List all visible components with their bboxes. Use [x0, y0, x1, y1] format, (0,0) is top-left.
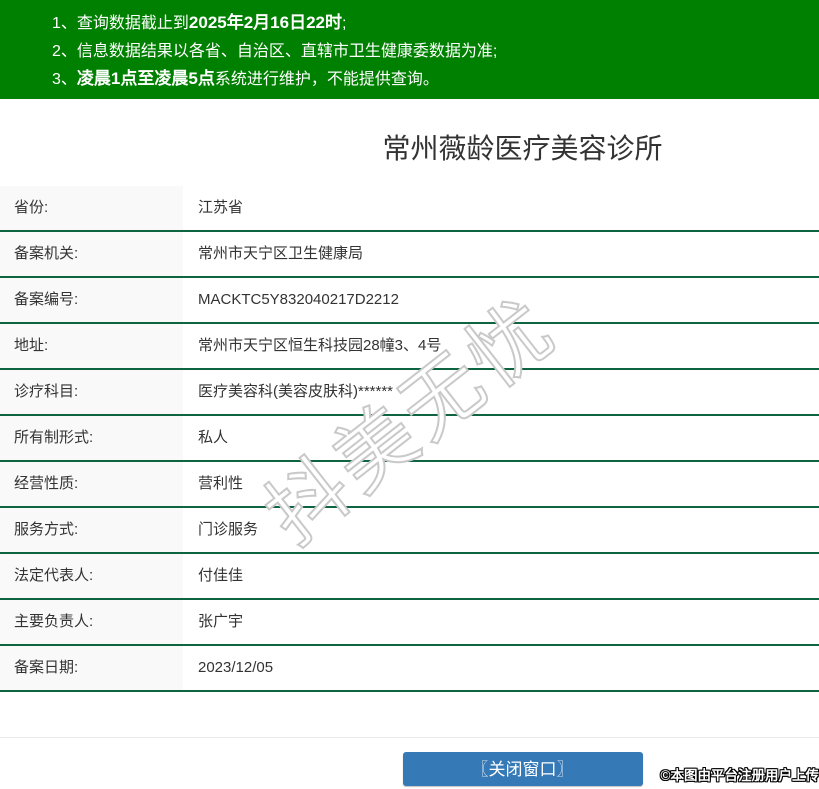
- row-value: 江苏省: [198, 199, 244, 216]
- table-row: 备案机关: 常州市天宁区卫生健康局: [0, 232, 819, 278]
- row-label: 服务方式:: [0, 508, 183, 552]
- table-row: 备案编号: MACKTC5Y832040217D2212: [0, 278, 819, 324]
- row-label: 经营性质:: [0, 462, 183, 506]
- notice-line: 1、查询数据截止到2025年2月16日22时;: [52, 9, 819, 37]
- table-row: 诊疗科目: 医疗美容科(美容皮肤科)******: [0, 370, 819, 416]
- notice-text: 系统进行维护，不能提供查询。: [214, 71, 439, 88]
- close-window-button[interactable]: 〖关闭窗口〗: [402, 752, 643, 786]
- notice-text-bold: 凌晨1点至凌晨5点: [76, 69, 215, 88]
- notice-text: 1、查询数据截止到: [52, 15, 189, 32]
- row-label: 备案编号:: [0, 278, 183, 322]
- notice-text: ;: [342, 15, 347, 32]
- table-row: 所有制形式: 私人: [0, 416, 819, 462]
- page: 1、查询数据截止到2025年2月16日22时; 2、信息数据结果以各省、自治区、…: [0, 0, 819, 789]
- row-label: 主要负责人:: [0, 600, 183, 644]
- notice-line: 2、信息数据结果以各省、自治区、直辖市卫生健康委数据为准;: [52, 37, 819, 65]
- row-value: 常州市天宁区卫生健康局: [198, 245, 364, 262]
- notice-text: 3、: [52, 71, 77, 88]
- row-label: 省份:: [0, 186, 183, 230]
- table-row: 备案日期: 2023/12/05: [0, 646, 819, 692]
- notice-banner: 1、查询数据截止到2025年2月16日22时; 2、信息数据结果以各省、自治区、…: [0, 0, 819, 99]
- notice-text: 2、信息数据结果以各省、自治区、直辖市卫生健康委数据为准;: [52, 43, 498, 60]
- row-label: 诊疗科目:: [0, 370, 183, 414]
- table-row: 服务方式: 门诊服务: [0, 508, 819, 554]
- row-value: 张广宇: [198, 613, 244, 630]
- table-row: 主要负责人: 张广宇: [0, 600, 819, 646]
- table-row: 地址: 常州市天宁区恒生科技园28幢3、4号: [0, 324, 819, 370]
- row-label: 地址:: [0, 324, 183, 368]
- table-row: 省份: 江苏省: [0, 186, 819, 232]
- row-value: 医疗美容科(美容皮肤科)******: [198, 383, 394, 400]
- notice-line: 3、凌晨1点至凌晨5点系统进行维护，不能提供查询。: [52, 65, 819, 93]
- row-value: MACKTC5Y832040217D2212: [198, 291, 399, 308]
- row-value: 常州市天宁区恒生科技园28幢3、4号: [198, 337, 442, 354]
- table-row: 经营性质: 营利性: [0, 462, 819, 508]
- row-value: 私人: [198, 429, 229, 446]
- page-title: 常州薇龄医疗美容诊所: [382, 133, 663, 164]
- row-value: 付佳佳: [198, 567, 244, 584]
- row-label: 所有制形式:: [0, 416, 183, 460]
- table-row: 法定代表人: 付佳佳: [0, 554, 819, 600]
- row-value: 2023/12/05: [198, 659, 274, 676]
- record-table: 省份: 江苏省 备案机关: 常州市天宁区卫生健康局 备案编号: MACKTC5Y…: [0, 186, 819, 692]
- notice-text-bold: 2025年2月16日22时: [188, 13, 342, 32]
- row-label: 备案机关:: [0, 232, 183, 276]
- row-label: 备案日期:: [0, 646, 183, 690]
- row-value: 营利性: [198, 475, 244, 492]
- row-label: 法定代表人:: [0, 554, 183, 598]
- footer-divider: [0, 737, 819, 738]
- row-value: 门诊服务: [198, 521, 259, 538]
- copyright-watermark-text: ©本图由平台注册用户上传: [660, 768, 819, 783]
